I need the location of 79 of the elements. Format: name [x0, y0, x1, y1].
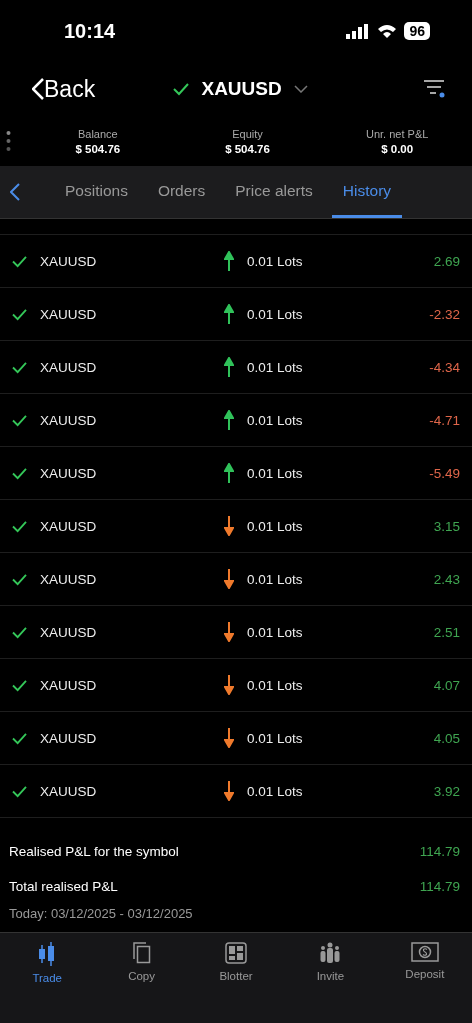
- lots-label: 0.01 Lots: [247, 253, 304, 269]
- tab[interactable]: Orders: [146, 166, 217, 218]
- summary-label: Total realised P&L: [9, 879, 118, 894]
- summary-value: 114.79: [419, 879, 460, 894]
- check-icon: [12, 572, 27, 586]
- stat-value: $ 504.76: [75, 142, 121, 155]
- symbol-label: XAUUSD: [40, 359, 98, 375]
- battery-level: 96: [404, 22, 430, 40]
- summary-label: Realised P&L for the symbol: [9, 844, 179, 859]
- more-icon[interactable]: [6, 130, 11, 152]
- dashboard-icon: [225, 942, 247, 964]
- signal-icon: [346, 23, 371, 39]
- wifi-icon: [377, 23, 398, 39]
- stat-label: Unr. net P&L: [366, 127, 429, 140]
- chevron-left-icon[interactable]: [10, 183, 20, 201]
- people-icon: [319, 942, 342, 964]
- tab[interactable]: Price alerts: [224, 166, 324, 218]
- check-icon: [12, 254, 27, 268]
- lots-label: 0.01 Lots: [247, 465, 304, 481]
- symbol-label: XAUUSD: [40, 730, 98, 746]
- symbol-label: XAUUSD: [40, 571, 98, 587]
- check-icon: [12, 307, 27, 321]
- pnl-value: -2.32: [429, 306, 460, 322]
- check-icon: [12, 360, 27, 374]
- symbol-label: XAUUSD: [40, 518, 98, 534]
- check-icon: [12, 625, 27, 639]
- nav-tab[interactable]: Deposit: [377, 941, 472, 987]
- lots-label: 0.01 Lots: [247, 677, 304, 693]
- symbol-label: XAUUSD: [40, 412, 98, 428]
- symbol-label: XAUUSD: [40, 465, 98, 481]
- lots-label: 0.01 Lots: [247, 412, 304, 428]
- pnl-value: 2.69: [433, 253, 460, 269]
- summary-value: 114.79: [419, 844, 460, 859]
- tab[interactable]: Positions: [54, 166, 139, 218]
- copy-icon: [132, 942, 151, 964]
- pnl-value: 4.05: [433, 730, 460, 746]
- symbol-label: XAUUSD: [40, 306, 98, 322]
- nav-tab[interactable]: Blotter: [188, 941, 284, 987]
- banknote-icon: [410, 942, 439, 962]
- nav-tab[interactable]: Invite: [283, 941, 378, 987]
- pnl-value: -4.71: [429, 412, 460, 428]
- tab[interactable]: History: [331, 166, 403, 218]
- nav-tab[interactable]: Copy: [94, 941, 189, 987]
- lots-label: 0.01 Lots: [247, 730, 304, 746]
- check-icon: [12, 413, 27, 427]
- stat-value: $ 504.76: [225, 142, 270, 155]
- pnl-value: 3.15: [433, 518, 460, 534]
- stat-label: Balance: [77, 127, 118, 140]
- pnl-value: 2.43: [433, 571, 460, 587]
- check-icon: [12, 466, 27, 480]
- stat-label: Equity: [232, 127, 263, 140]
- lots-label: 0.01 Lots: [247, 571, 304, 587]
- check-icon: [12, 519, 27, 533]
- symbol-selector[interactable]: XAUUSD: [173, 78, 308, 100]
- check-icon: [12, 731, 27, 745]
- chevron-left-icon: [32, 78, 44, 100]
- lots-label: 0.01 Lots: [247, 518, 304, 534]
- stat-value: $ 0.00: [381, 142, 414, 155]
- pnl-value: -4.34: [429, 359, 460, 375]
- status-time: 10:14: [64, 19, 116, 43]
- symbol-label: XAUUSD: [40, 677, 98, 693]
- symbol-label: XAUUSD: [40, 253, 98, 269]
- filter-icon[interactable]: [424, 80, 446, 98]
- pnl-value: 3.92: [433, 783, 460, 799]
- date-range: Today: 03/12/2025 - 03/12/2025: [9, 906, 194, 921]
- pnl-value: 4.07: [433, 677, 460, 693]
- nav-tab[interactable]: Trade: [0, 941, 95, 987]
- symbol-label: XAUUSD: [40, 783, 98, 799]
- lots-label: 0.01 Lots: [247, 624, 304, 640]
- pnl-value: 2.51: [433, 624, 460, 640]
- lots-label: 0.01 Lots: [247, 359, 304, 375]
- symbol-label: XAUUSD: [40, 624, 98, 640]
- check-icon: [12, 784, 27, 798]
- back-button[interactable]: Back: [32, 75, 96, 103]
- chevron-down-icon: [293, 85, 308, 93]
- check-icon: [12, 678, 27, 692]
- pnl-value: -5.49: [429, 465, 460, 481]
- lots-label: 0.01 Lots: [247, 783, 304, 799]
- lots-label: 0.01 Lots: [247, 306, 304, 322]
